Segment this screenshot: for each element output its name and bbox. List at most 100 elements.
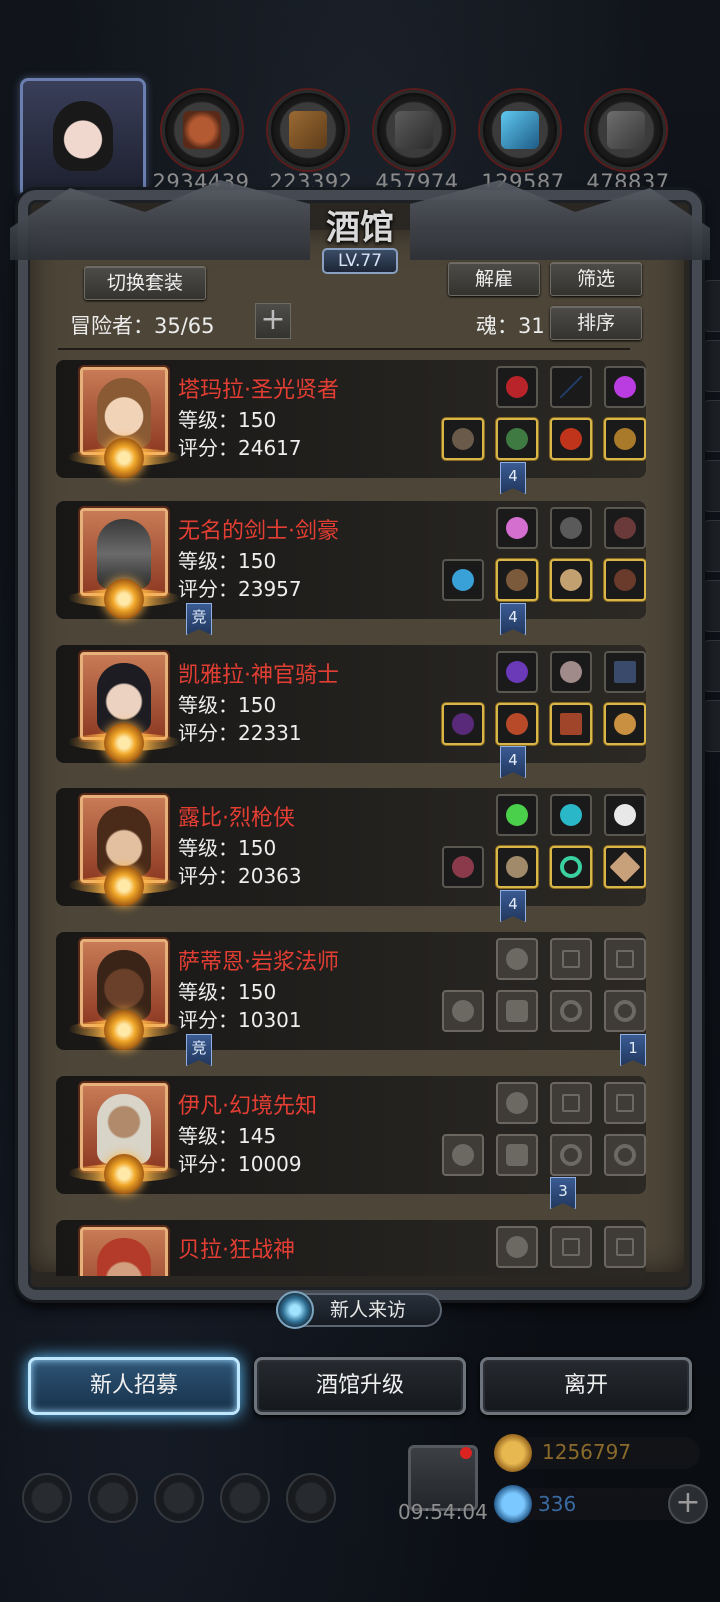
star-tag: 4 — [500, 462, 526, 494]
star-tag: 1 — [620, 1034, 646, 1066]
guild-icon[interactable] — [88, 1473, 138, 1523]
glove-slot-icon[interactable] — [604, 559, 646, 601]
empty-ring-slot-icon[interactable] — [550, 990, 592, 1032]
staff-slot-icon[interactable] — [442, 418, 484, 460]
empty-ring-slot-icon[interactable] — [550, 1134, 592, 1176]
stone-slot-icon[interactable] — [550, 794, 592, 836]
empty-ring-slot-icon[interactable] — [604, 990, 646, 1032]
empty-hourglass-slot-icon[interactable] — [550, 938, 592, 980]
hero-level: 等级：150 — [178, 549, 277, 573]
empty-drop-slot-icon[interactable] — [496, 1082, 538, 1124]
stone-icon[interactable] — [374, 90, 454, 170]
hero-level: 等级：150 — [178, 693, 277, 717]
armor-slot-icon[interactable] — [496, 703, 538, 745]
sort-button[interactable]: 排序 — [550, 306, 642, 340]
armor-slot-icon[interactable] — [496, 559, 538, 601]
book-slot-icon[interactable] — [604, 651, 646, 693]
filter-button[interactable]: 筛选 — [550, 262, 642, 296]
hero-card[interactable]: 塔玛拉·圣光贤者 等级：150 评分：24617 — [56, 360, 646, 478]
hero-card[interactable]: 凯雅拉·神官骑士 等级：150 评分：22331 — [56, 645, 646, 763]
helmet-slot-icon[interactable] — [550, 559, 592, 601]
side-tab[interactable] — [703, 700, 720, 752]
iron-icon[interactable] — [586, 90, 666, 170]
tome-slot-icon[interactable] — [550, 703, 592, 745]
add-currency-button[interactable]: + — [668, 1484, 708, 1524]
side-tab[interactable] — [703, 280, 720, 332]
empty-armor-slot-icon[interactable] — [496, 990, 538, 1032]
hero-name: 无名的剑士·剑豪 — [178, 519, 339, 544]
empty-drop-slot-icon[interactable] — [496, 1226, 538, 1268]
visitor-compass-icon — [276, 1291, 314, 1329]
empty-staff-slot-icon[interactable] — [442, 990, 484, 1032]
mail-icon[interactable] — [220, 1473, 270, 1523]
hero-name: 塔玛拉·圣光贤者 — [178, 378, 339, 403]
feather-slot-icon[interactable] — [604, 507, 646, 549]
hero-score: 评分：24617 — [178, 436, 302, 460]
orb-slot-icon[interactable] — [496, 651, 538, 693]
star-tag: 4 — [500, 746, 526, 778]
amulet-slot-icon[interactable] — [496, 366, 538, 408]
empty-hourglass-slot-icon[interactable] — [604, 938, 646, 980]
gem-slot-icon[interactable] — [496, 507, 538, 549]
dismiss-button[interactable]: 解雇 — [448, 262, 540, 296]
hero-card[interactable]: 伊凡·幻境先知 等级：145 评分：10009 — [56, 1076, 646, 1194]
shop-icon[interactable] — [286, 1473, 336, 1523]
armor-slot-icon[interactable] — [496, 846, 538, 888]
hero-portrait — [80, 1227, 168, 1276]
staff-slot-icon[interactable] — [442, 703, 484, 745]
feather-slot-icon[interactable] — [604, 794, 646, 836]
soul-count: 魂：31 — [476, 314, 545, 338]
hero-name: 贝拉·狂战神 — [178, 1238, 295, 1263]
hero-icon[interactable] — [154, 1473, 204, 1523]
gift-timer: 09:54:04 — [398, 1500, 488, 1524]
hero-score: 评分：20363 — [178, 864, 302, 888]
hero-card[interactable]: 露比·烈枪侠 等级：150 评分：20363 — [56, 788, 646, 906]
empty-hourglass-slot-icon[interactable] — [604, 1082, 646, 1124]
necklace-slot-icon[interactable] — [550, 418, 592, 460]
side-tab[interactable] — [703, 340, 720, 392]
weapon-slot-icon[interactable] — [550, 366, 592, 408]
hero-card[interactable]: 无名的剑士·剑豪 等级：150 评分：23957 — [56, 501, 646, 619]
bell-slot-icon[interactable] — [604, 418, 646, 460]
empty-hourglass-slot-icon[interactable] — [550, 1082, 592, 1124]
armor-slot-icon[interactable] — [496, 418, 538, 460]
side-tab[interactable] — [703, 520, 720, 572]
gem-slot-icon[interactable] — [604, 366, 646, 408]
potion-slot-icon[interactable] — [496, 794, 538, 836]
recruit-button[interactable]: 新人招募 — [28, 1357, 240, 1415]
side-tab[interactable] — [703, 640, 720, 692]
star-tag: 4 — [500, 603, 526, 635]
empty-drop-slot-icon[interactable] — [496, 938, 538, 980]
empty-hourglass-slot-icon[interactable] — [550, 1226, 592, 1268]
wood-icon[interactable] — [268, 90, 348, 170]
leave-button[interactable]: 离开 — [480, 1357, 692, 1415]
stone-slot-icon[interactable] — [550, 507, 592, 549]
hero-card[interactable]: 贝拉·狂战神 — [56, 1220, 646, 1276]
upgrade-tavern-button[interactable]: 酒馆升级 — [254, 1357, 466, 1415]
player-avatar[interactable] — [20, 78, 146, 198]
meat-icon[interactable] — [162, 90, 242, 170]
side-tab[interactable] — [703, 460, 720, 512]
lance-slot-icon[interactable] — [442, 846, 484, 888]
side-tab[interactable] — [703, 400, 720, 452]
ring-slot-icon[interactable] — [550, 846, 592, 888]
crystal-icon[interactable] — [480, 90, 560, 170]
side-tab[interactable] — [703, 580, 720, 632]
hero-list[interactable]: 塔玛拉·圣光贤者 等级：150 评分：24617 4 无名的剑士·剑豪 等级：1… — [56, 356, 646, 1276]
switch-outfit-button[interactable]: 切换套装 — [84, 266, 206, 300]
hero-card[interactable]: 萨蒂恩·岩浆法师 等级：150 评分：10301 — [56, 932, 646, 1050]
empty-armor-slot-icon[interactable] — [496, 1134, 538, 1176]
hero-score: 评分：10009 — [178, 1152, 302, 1176]
star-tag: 3 — [550, 1177, 576, 1209]
hero-level: 等级：150 — [178, 836, 277, 860]
avatar-face — [53, 101, 113, 171]
wings-slot-icon[interactable] — [550, 651, 592, 693]
rune-slot-icon[interactable] — [604, 846, 646, 888]
sword-slot-icon[interactable] — [442, 559, 484, 601]
empty-hourglass-slot-icon[interactable] — [604, 1226, 646, 1268]
empty-staff-slot-icon[interactable] — [442, 1134, 484, 1176]
expand-capacity-button[interactable]: + — [255, 303, 291, 339]
settings-icon[interactable] — [22, 1473, 72, 1523]
empty-ring-slot-icon[interactable] — [604, 1134, 646, 1176]
ring-slot-icon[interactable] — [604, 703, 646, 745]
